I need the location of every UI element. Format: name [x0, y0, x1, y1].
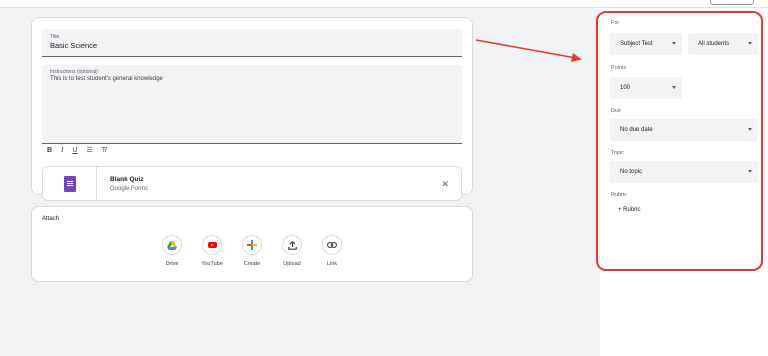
instructions-field[interactable]: Instructions (optional) This is to test … [42, 65, 462, 143]
assign-button[interactable] [710, 0, 754, 5]
google-forms-icon [63, 175, 76, 192]
list-button[interactable]: ☰ [86, 147, 92, 154]
underline-button[interactable]: U [72, 147, 77, 154]
attached-quiz[interactable]: Blank Quiz Google Forms ✕ [42, 166, 462, 201]
plus-icon-wrap [242, 235, 262, 255]
drive-icon [162, 235, 182, 255]
italic-button[interactable]: I [61, 147, 63, 154]
forms-thumbnail [43, 167, 97, 200]
youtube-icon-wrap [202, 235, 222, 255]
youtube-label: YouTube [201, 261, 223, 267]
attachment-subtitle: Google Forms [110, 186, 149, 192]
attach-link-button[interactable]: Link [312, 235, 352, 267]
attach-card: Attach Drive YouTube Create Upload Link [31, 206, 473, 282]
assignment-details-card: Title Basic Science Instructions (option… [31, 17, 473, 201]
attach-youtube-button[interactable]: YouTube [192, 235, 232, 267]
instructions-value[interactable]: This is to test student's general knowle… [50, 76, 163, 82]
annotation-arrow-icon [475, 39, 582, 62]
title-field[interactable]: Title Basic Science [42, 29, 462, 57]
top-app-bar [0, 0, 768, 8]
attach-drive-button[interactable]: Drive [152, 235, 192, 267]
upload-label: Upload [283, 261, 301, 267]
attach-heading: Attach [42, 216, 60, 222]
format-toolbar: B I U ☰ T̸ [42, 143, 462, 157]
instructions-label: Instructions (optional) [50, 69, 98, 75]
youtube-icon [207, 242, 217, 248]
attachment-title[interactable]: Blank Quiz [110, 176, 144, 183]
bold-button[interactable]: B [47, 147, 52, 154]
clear-format-button[interactable]: T̸ [102, 147, 106, 154]
link-label: Link [326, 261, 338, 267]
annotation-highlight-box [596, 11, 763, 271]
title-label: Title [50, 34, 60, 40]
attach-upload-button[interactable]: Upload [272, 235, 312, 267]
drive-label: Drive [165, 261, 179, 267]
title-value[interactable]: Basic Science [50, 41, 97, 50]
plus-icon [247, 240, 257, 250]
attach-create-button[interactable]: Create [232, 235, 272, 267]
link-icon [322, 235, 342, 255]
close-icon[interactable]: ✕ [441, 179, 449, 190]
upload-icon [282, 235, 302, 255]
create-label: Create [243, 261, 261, 267]
